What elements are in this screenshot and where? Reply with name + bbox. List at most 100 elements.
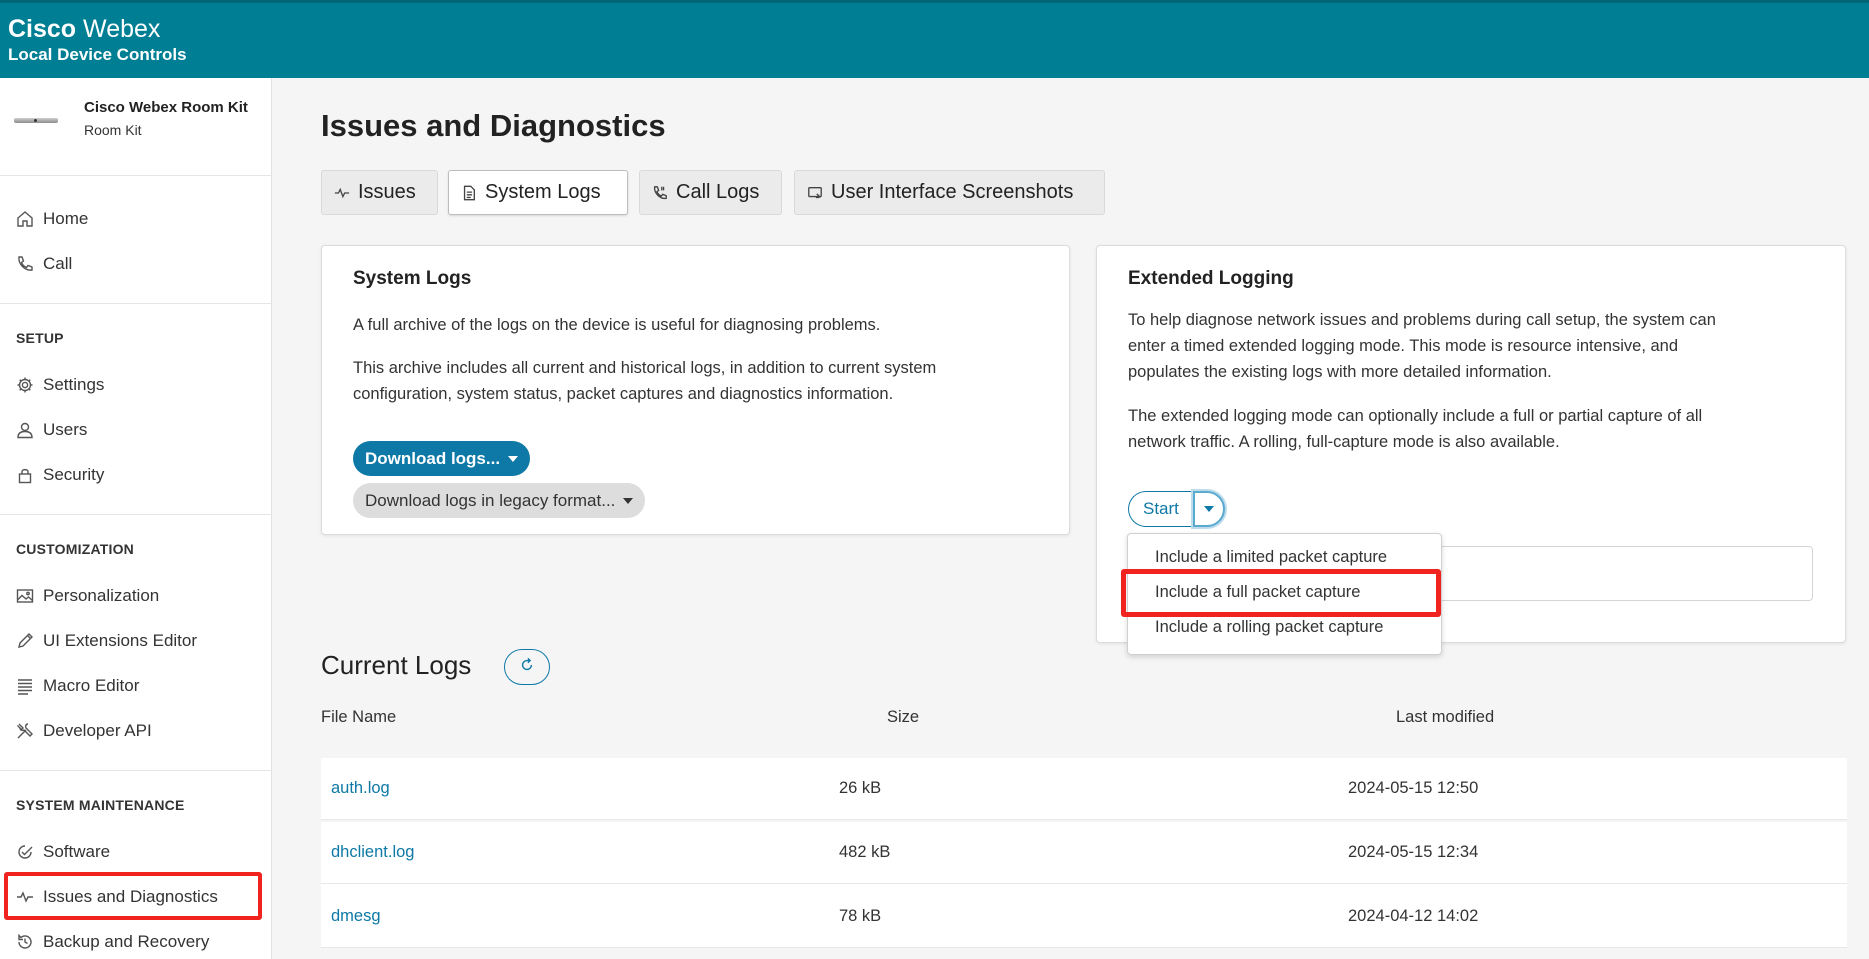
tab-label: User Interface Screenshots: [831, 181, 1074, 203]
pencil-icon: [14, 630, 36, 652]
brand-webex: Webex: [83, 15, 161, 43]
sidebar-item-label: Home: [43, 209, 89, 228]
highlight-full-capture: [1121, 569, 1441, 617]
start-button[interactable]: Start: [1128, 491, 1193, 527]
sidebar-item-users[interactable]: Users: [0, 410, 272, 450]
menu-item-limited-capture[interactable]: Include a limited packet capture: [1155, 548, 1387, 567]
sidebar-item-developer-api[interactable]: Developer API: [0, 711, 272, 751]
sidebar-item-label: Users: [43, 420, 88, 439]
file-link[interactable]: auth.log: [331, 779, 390, 798]
start-split-button: Start: [1128, 491, 1225, 527]
main-content: Issues and Diagnostics Issues System Log…: [273, 78, 1869, 959]
sidebar-item-settings[interactable]: Settings: [0, 365, 272, 405]
divider: [0, 770, 272, 771]
home-icon: [14, 208, 36, 230]
system-logs-archive-line1: This archive includes all current and hi…: [353, 359, 937, 377]
software-icon: [14, 841, 36, 863]
extended-logging-p2-line2: network traffic. A rolling, full-capture…: [1128, 433, 1560, 451]
section-title-customization: CUSTOMIZATION: [16, 541, 134, 557]
extended-logging-title: Extended Logging: [1128, 268, 1294, 289]
system-logs-description: A full archive of the logs on the device…: [353, 316, 881, 334]
sidebar-item-label: Backup and Recovery: [43, 932, 210, 951]
sidebar-item-software[interactable]: Software: [0, 832, 272, 872]
tab-issues[interactable]: Issues: [321, 170, 438, 215]
table-row: dhclient.log 482 kB 2024-05-15 12:34: [321, 822, 1847, 884]
column-header-size[interactable]: Size: [887, 708, 919, 727]
sidebar-item-security[interactable]: Security: [0, 455, 272, 495]
download-legacy-label: Download logs in legacy format...: [365, 490, 616, 510]
brand-title: Cisco Webex: [8, 15, 187, 43]
current-logs-title: Current Logs: [321, 650, 472, 680]
system-logs-archive-line2: configuration, system status, packet cap…: [353, 385, 894, 403]
section-title-system-maintenance: SYSTEM MAINTENANCE: [16, 797, 185, 813]
table-row: dmesg 78 kB 2024-04-12 14:02: [321, 886, 1847, 948]
extended-logging-p1-line2: enter a timed extended logging mode. Thi…: [1128, 337, 1679, 355]
tab-user-interface-screenshots[interactable]: User Interface Screenshots: [794, 170, 1105, 215]
system-logs-card: System Logs A full archive of the logs o…: [321, 245, 1070, 535]
sidebar-item-call[interactable]: Call: [0, 244, 272, 284]
call-log-icon: [652, 184, 670, 202]
screenshot-icon: [807, 184, 825, 202]
device-model: Room Kit: [84, 122, 142, 138]
sidebar-item-label: Personalization: [43, 586, 160, 605]
device-info: Cisco Webex Room Kit Room Kit: [0, 78, 272, 176]
sidebar-item-label: Settings: [43, 375, 105, 394]
sidebar-item-macro-editor[interactable]: Macro Editor: [0, 666, 272, 706]
tab-system-logs[interactable]: System Logs: [448, 170, 628, 215]
sidebar-item-label: Software: [43, 842, 111, 861]
pulse-icon: [334, 184, 352, 202]
file-size: 482 kB: [839, 843, 891, 861]
column-header-file-name[interactable]: File Name: [321, 708, 396, 727]
image-icon: [14, 585, 36, 607]
extended-logging-p2-line1: The extended logging mode can optionally…: [1128, 407, 1703, 425]
divider: [0, 514, 272, 515]
column-header-last-modified[interactable]: Last modified: [1396, 708, 1494, 727]
file-size: 78 kB: [839, 907, 882, 925]
file-modified: 2024-04-12 14:02: [1348, 907, 1479, 925]
document-icon: [461, 184, 479, 202]
sidebar-item-personalization[interactable]: Personalization: [0, 576, 272, 616]
file-modified: 2024-05-15 12:50: [1348, 779, 1479, 797]
phone-icon: [14, 253, 36, 275]
caret-down-icon: [1203, 506, 1214, 512]
sidebar-item-backup-and-recovery[interactable]: Backup and Recovery: [0, 922, 272, 959]
lines-icon: [14, 675, 36, 697]
refresh-button[interactable]: [504, 649, 550, 685]
tab-label: System Logs: [485, 181, 601, 203]
gear-icon: [14, 374, 36, 396]
file-link[interactable]: dhclient.log: [331, 843, 414, 862]
menu-item-rolling-capture[interactable]: Include a rolling packet capture: [1155, 618, 1383, 637]
sidebar-item-label: Call: [43, 254, 73, 273]
top-bar: Cisco Webex Local Device Controls: [0, 0, 1869, 78]
sidebar-item-label: UI Extensions Editor: [43, 631, 198, 650]
brand-subtitle: Local Device Controls: [8, 45, 187, 64]
user-icon: [14, 419, 36, 441]
divider: [0, 303, 272, 304]
extended-logging-p1-line3: populates the existing logs with more de…: [1128, 363, 1552, 381]
caret-down-icon: [508, 455, 519, 462]
download-legacy-logs-button[interactable]: Download logs in legacy format...: [353, 483, 646, 518]
sidebar: Cisco Webex Room Kit Room Kit Home Call …: [0, 78, 272, 959]
sidebar-item-label: Developer API: [43, 721, 152, 740]
table-row: auth.log 26 kB 2024-05-15 12:50: [321, 758, 1847, 820]
brand: Cisco Webex Local Device Controls: [8, 15, 187, 65]
tab-call-logs[interactable]: Call Logs: [639, 170, 782, 215]
file-link[interactable]: dmesg: [331, 907, 381, 926]
history-icon: [14, 931, 36, 953]
download-logs-button[interactable]: Download logs...: [353, 441, 531, 476]
extended-logging-p1-line1: To help diagnose network issues and prob…: [1128, 311, 1716, 329]
sidebar-item-home[interactable]: Home: [0, 199, 272, 239]
download-logs-label: Download logs...: [365, 448, 501, 468]
refresh-icon: [519, 657, 535, 678]
start-options-toggle[interactable]: [1192, 491, 1225, 527]
sidebar-item-label: Macro Editor: [43, 676, 140, 695]
highlight-issues-and-diagnostics: [4, 872, 262, 920]
tools-icon: [14, 720, 36, 742]
device-image: [14, 118, 58, 123]
brand-cisco: Cisco: [8, 15, 77, 43]
caret-down-icon: [623, 497, 634, 504]
page-title: Issues and Diagnostics: [321, 108, 666, 143]
sidebar-item-ui-extensions-editor[interactable]: UI Extensions Editor: [0, 621, 272, 661]
device-name: Cisco Webex Room Kit: [84, 99, 248, 116]
system-logs-title: System Logs: [353, 268, 472, 289]
